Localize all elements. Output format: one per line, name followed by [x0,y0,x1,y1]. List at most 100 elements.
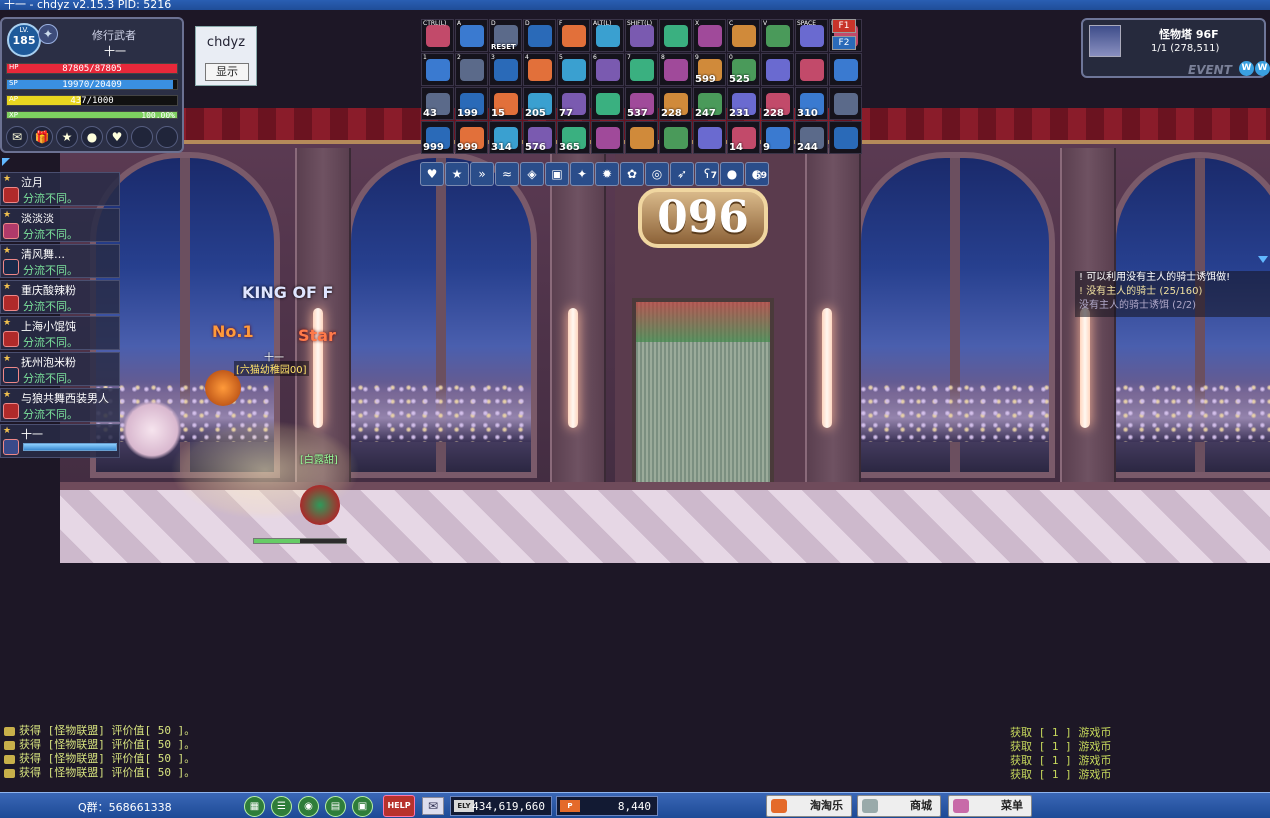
shield-icon[interactable]: ◈ [520,162,544,186]
wave-icon[interactable]: ≈ [495,162,519,186]
skill-slot[interactable] [693,121,726,154]
skill-slot[interactable]: 14 [727,121,760,154]
skill-slot[interactable] [625,121,658,154]
skill-slot[interactable]: V [761,19,794,52]
skill-slot[interactable]: A [455,19,488,52]
sushi-icon[interactable]: ◐ 59 [745,162,769,186]
character-menu-icon[interactable]: ▦ [244,796,265,817]
skill-slot[interactable]: C [727,19,760,52]
world-icon[interactable]: W [1239,61,1254,76]
bear-icon[interactable]: ʕ7 [695,162,719,186]
helmet-icon[interactable]: ◎ [645,162,669,186]
flame-icon[interactable]: ✹ [595,162,619,186]
orb-icon[interactable]: ● [720,162,744,186]
collapse-arrow-icon[interactable] [2,158,10,166]
event-label[interactable]: EVENT [1188,63,1232,77]
skill-slot[interactable]: 999 [421,121,454,154]
party-member[interactable]: ★ 抚州泡米粉 分流不同。 [0,352,120,386]
chart-menu-icon[interactable]: ▣ [352,796,373,817]
skill-slot[interactable]: 3 [489,53,522,86]
party-member[interactable]: ★ 上海小馄饨 分流不同。 [0,316,120,350]
skill-slot[interactable]: 314 [489,121,522,154]
skill-slot[interactable] [659,19,692,52]
skill-slot[interactable] [829,87,862,120]
skill-slot[interactable]: SPACE [795,19,828,52]
skill-slot[interactable]: 244 [795,121,828,154]
skill-slot[interactable]: 199 [455,87,488,120]
skill-slot[interactable] [591,87,624,120]
party-member[interactable]: ★ 清风舞… 分流不同。 [0,244,120,278]
skill-slot[interactable]: 576 [523,121,556,154]
skill-slot[interactable] [829,121,862,154]
skill-slot[interactable] [795,53,828,86]
skill-slot[interactable]: D [523,19,556,52]
star-icon[interactable]: ★ [445,162,469,186]
skill-slot[interactable]: 228 [761,87,794,120]
community-menu-icon[interactable]: ☰ [271,796,292,817]
skill-slot[interactable]: 0 525 [727,53,760,86]
main-menu-button[interactable]: 菜单 [948,795,1032,817]
empty-slot[interactable] [156,126,178,148]
sparkle-icon[interactable]: ✦ [570,162,594,186]
skill-slot[interactable]: 205 [523,87,556,120]
skill-slot[interactable]: 8 [659,53,692,86]
skill-slot[interactable]: 999 [455,121,488,154]
skill-slot[interactable]: 2 [455,53,488,86]
party-member[interactable]: ★ 与狼共舞西装男人 分流不同。 [0,388,120,422]
skill-slot[interactable] [761,53,794,86]
party-member[interactable]: ★ 淡淡淡 分流不同。 [0,208,120,242]
skill-slot[interactable]: SHIFT(L) [625,19,658,52]
skill-slot[interactable]: 7 [625,53,658,86]
party-member-self[interactable]: ★ 十一 [0,424,120,458]
skill-slot[interactable]: 1 [421,53,454,86]
elevator-door[interactable] [632,298,774,496]
skill-slot[interactable]: 6 [591,53,624,86]
armor-icon[interactable]: ▣ [545,162,569,186]
cash-shop-button[interactable]: 商城 [857,795,941,817]
event-menu-icon[interactable]: ◉ [298,796,319,817]
paw-icon[interactable]: ✿ [620,162,644,186]
skill-slot[interactable]: 247 [693,87,726,120]
skill-slot[interactable]: 310 [795,87,828,120]
star-icon[interactable]: ★ [56,126,78,148]
skill-slot[interactable]: 9 599 [693,53,726,86]
skill-slot[interactable]: 4 [523,53,556,86]
f2-key[interactable]: F2 [832,36,856,50]
heart-icon[interactable]: ♥ [420,162,444,186]
skill-slot[interactable]: X [693,19,726,52]
skill-slot[interactable]: 537 [625,87,658,120]
skill-slot[interactable]: ALT(L) [591,19,624,52]
party-member[interactable]: ★ 泣月 分流不同。 [0,172,120,206]
empty-slot[interactable] [131,126,153,148]
party-member[interactable]: ★ 重庆酸辣粉 分流不同。 [0,280,120,314]
skill-slot[interactable]: 231 [727,87,760,120]
wing-icon[interactable]: ➶ [670,162,694,186]
system-chat-log[interactable]: 获得 [怪物联盟] 评价值[ 50 ]。 获得 [怪物联盟] 评价值[ 50 ]… [4,724,195,780]
taotaole-button[interactable]: 淘淘乐 [766,795,852,817]
world-icon[interactable]: W [1255,61,1270,76]
quest-tracker[interactable]: ! 可以利用没有主人的骑士诱饵做! ! 没有主人的骑士 (25/160) 没有主… [1075,271,1270,317]
map-thumbnail[interactable] [1089,25,1121,57]
help-button[interactable]: HELP [383,795,415,817]
skill-slot[interactable] [591,121,624,154]
skill-slot[interactable]: 15 [489,87,522,120]
envelope-icon[interactable]: ✉ [6,126,28,148]
skill-slot[interactable]: F [557,19,590,52]
player-character[interactable] [300,485,340,525]
gift-icon[interactable]: 🎁 [31,126,53,148]
skill-slot[interactable]: 228 [659,87,692,120]
show-button[interactable]: 显示 [205,63,249,81]
f1-key[interactable]: F1 [832,19,856,33]
skill-slot[interactable]: CTRL(L) [421,19,454,52]
settings-menu-icon[interactable]: ▤ [325,796,346,817]
cookie-icon[interactable]: ● [81,126,103,148]
skill-slot[interactable]: D RESET [489,19,522,52]
skill-slot[interactable]: 9 [761,121,794,154]
skill-slot[interactable]: 43 [421,87,454,120]
skill-slot[interactable]: 77 [557,87,590,120]
skill-slot[interactable]: 5 [557,53,590,86]
quest-collapse-icon[interactable] [1258,256,1268,263]
mail-icon[interactable]: ✉ [422,797,444,815]
skill-slot[interactable]: 365 [557,121,590,154]
dash-icon[interactable]: » [470,162,494,186]
